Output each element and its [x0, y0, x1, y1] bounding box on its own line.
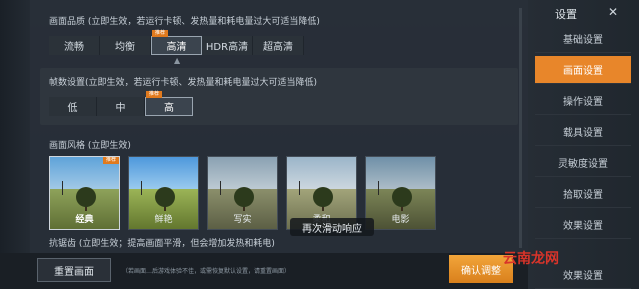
quality-option-smooth[interactable]: 流畅 — [49, 36, 100, 55]
reset-button[interactable]: 重置画面 — [37, 258, 111, 282]
toast-message: 再次滑动响应 — [290, 218, 374, 236]
recommended-badge: 推荐 — [146, 91, 163, 98]
sidebar-item-vehicle[interactable]: 载具设置 — [535, 118, 631, 146]
style-option-vivid[interactable]: 鲜艳 — [128, 156, 199, 230]
left-edge — [0, 0, 30, 289]
quality-title: 画面品质 (立即生效，若运行卡顿、发热量和耗电量过大可适当降低) — [49, 17, 320, 27]
quality-option-hdr[interactable]: HDR高清 — [202, 36, 253, 55]
sidebar-item-sensitivity[interactable]: 灵敏度设置 — [535, 149, 631, 177]
style-option-classic[interactable]: 推荐 经典 — [49, 156, 120, 230]
quality-option-balanced[interactable]: 均衡 — [100, 36, 151, 55]
close-icon[interactable]: ✕ — [602, 3, 624, 21]
style-list: 推荐 经典 鲜艳 写实 柔和 电影 — [49, 156, 436, 230]
framerate-selector: 低 中 推荐 高 — [49, 91, 193, 116]
style-option-realistic[interactable]: 写实 — [207, 156, 278, 230]
quality-option-ultra[interactable]: 超高清 — [253, 36, 304, 55]
framerate-option-low[interactable]: 低 — [49, 97, 97, 116]
caret-up-icon: ▲ — [174, 56, 181, 65]
quality-option-hd[interactable]: 推荐 高清 — [151, 30, 202, 55]
sidebar-item-graphics[interactable]: 画面设置 — [535, 56, 631, 84]
framerate-option-medium[interactable]: 中 — [97, 97, 145, 116]
reset-hint: （若画面…后游戏体验不佳，或需恢复默认设置，请重置画面） — [122, 268, 291, 275]
watermark-logo: 云南龙网 — [503, 251, 559, 267]
sidebar-item-pickup[interactable]: 拾取设置 — [535, 180, 631, 208]
sidebar-item-controls[interactable]: 操作设置 — [535, 87, 631, 115]
framerate-option-high[interactable]: 推荐 高 — [145, 91, 193, 116]
sidebar-title: 设置 — [555, 8, 577, 21]
sidebar-item-effects[interactable]: 效果设置 — [535, 211, 631, 239]
recommended-badge: 推荐 — [152, 30, 169, 37]
style-option-cinema[interactable]: 电影 — [365, 156, 436, 230]
sidebar-item-basic[interactable]: 基础设置 — [535, 25, 631, 53]
antialias-title: 抗锯齿 (立即生效；提高画面平滑，但会增加发热和耗电) — [49, 239, 275, 249]
quality-selector: 流畅 均衡 推荐 高清 HDR高清 超高清 — [49, 30, 304, 55]
scrollbar[interactable] — [519, 8, 522, 248]
recommended-badge: 推荐 — [102, 157, 119, 164]
style-title: 画面风格 (立即生效) — [49, 141, 131, 151]
framerate-title: 帧数设置(立即生效，若运行卡顿、发热量和耗电量过大可适当降低) — [49, 78, 318, 88]
